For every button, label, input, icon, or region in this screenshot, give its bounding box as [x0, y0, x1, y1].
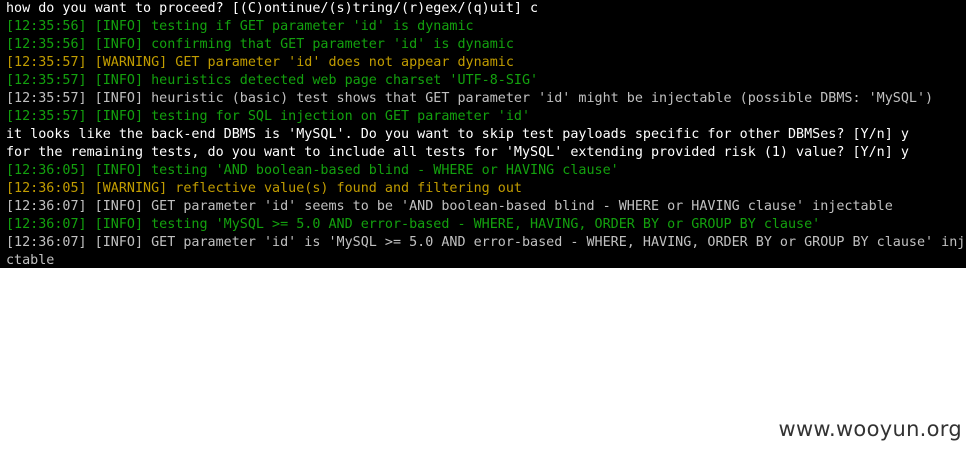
terminal-line: ctable [6, 253, 55, 268]
terminal-line: [12:35:56] [INFO] confirming that GET pa… [6, 37, 514, 52]
terminal-window[interactable]: how do you want to proceed? [(C)ontinue/… [0, 0, 966, 268]
terminal-line: [12:35:57] [INFO] heuristic (basic) test… [6, 91, 934, 106]
terminal-line: [12:36:07] [INFO] GET parameter 'id' see… [6, 199, 893, 214]
terminal-output: how do you want to proceed? [(C)ontinue/… [0, 0, 966, 268]
terminal-line: [12:35:57] [WARNING] GET parameter 'id' … [6, 55, 514, 70]
watermark-text: www.wooyun.org [778, 417, 962, 441]
terminal-line: [12:35:57] [INFO] testing for SQL inject… [6, 109, 531, 124]
terminal-line: it looks like the back-end DBMS is 'MySQ… [6, 127, 909, 142]
terminal-line: [12:36:07] [INFO] GET parameter 'id' is … [6, 235, 966, 250]
terminal-line: [12:35:57] [INFO] heuristics detected we… [6, 73, 539, 88]
terminal-line: for the remaining tests, do you want to … [6, 145, 909, 160]
terminal-line: [12:36:05] [INFO] testing 'AND boolean-b… [6, 163, 619, 178]
terminal-line: [12:36:07] [INFO] testing 'MySQL >= 5.0 … [6, 217, 821, 232]
terminal-line: [12:35:56] [INFO] testing if GET paramet… [6, 19, 474, 34]
terminal-line: how do you want to proceed? [(C)ontinue/… [6, 1, 539, 16]
terminal-line: [12:36:05] [WARNING] reflective value(s)… [6, 181, 522, 196]
